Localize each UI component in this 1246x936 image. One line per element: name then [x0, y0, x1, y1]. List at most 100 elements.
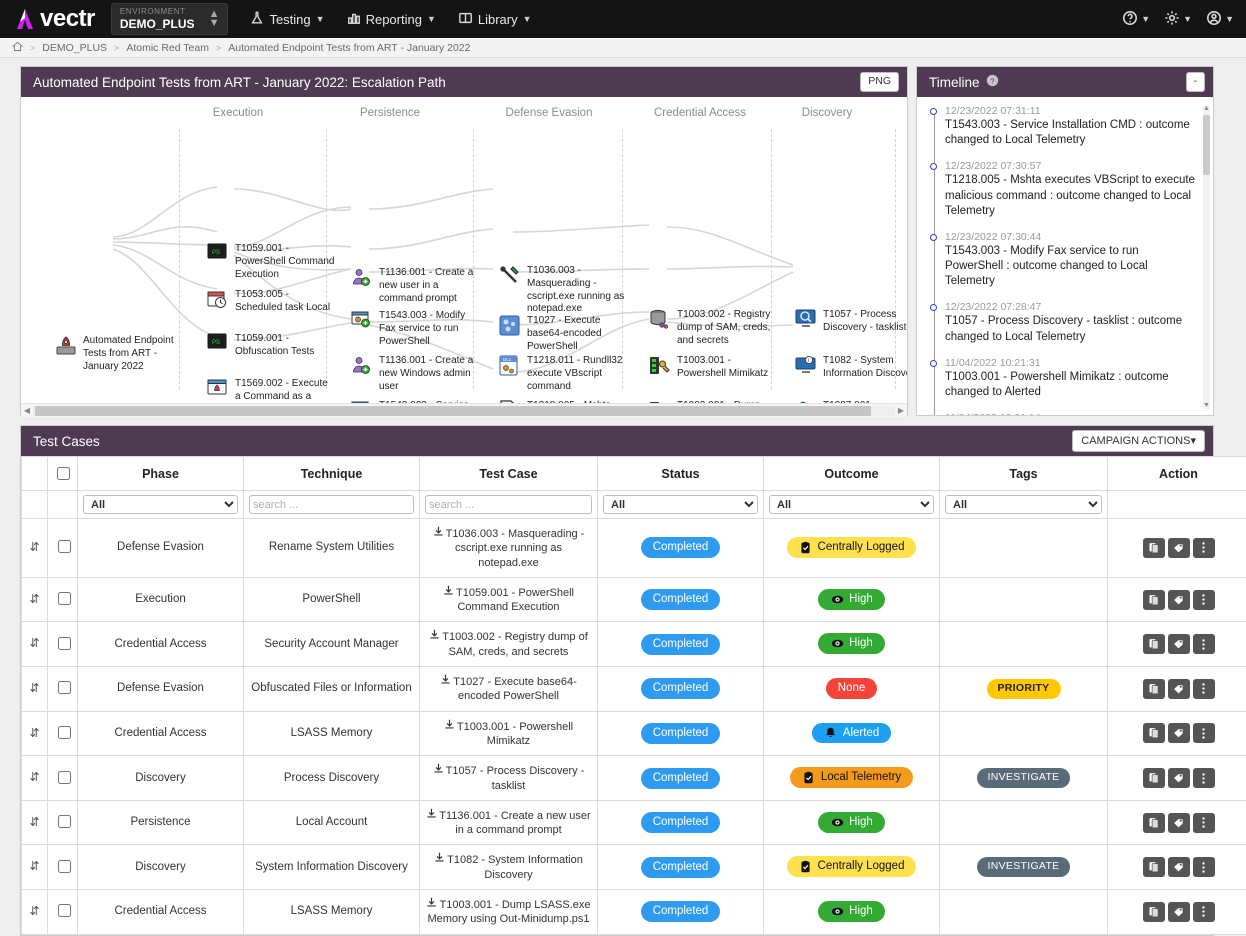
- escalation-node-t1059-001-cmd[interactable]: PS T1059.001 - PowerShell Command Execut…: [207, 243, 335, 281]
- escalation-node-t1059-001-obf[interactable]: PS T1059.001 - Obfuscation Tests: [207, 333, 335, 359]
- timeline-entry[interactable]: 12/23/2022 07:30:57 T1218.005 - Mshta ex…: [945, 160, 1199, 219]
- breadcrumb-item-env[interactable]: DEMO_PLUS: [42, 42, 107, 54]
- action-tag-button[interactable]: [1168, 857, 1190, 877]
- app-logo[interactable]: vectr: [14, 7, 95, 31]
- action-more-vertical-button[interactable]: [1193, 857, 1215, 877]
- outcome-badge[interactable]: Centrally Logged: [787, 537, 917, 558]
- scrollbar-track[interactable]: [33, 406, 895, 416]
- breadcrumb-item-group[interactable]: Atomic Red Team: [126, 42, 209, 54]
- escalation-node-t1136-001-a[interactable]: T1136.001 - Create a new user in a comma…: [351, 267, 479, 305]
- table-row[interactable]: ⇵Credential AccessSecurity Account Manag…: [22, 622, 1246, 667]
- action-more-vertical-button[interactable]: [1193, 634, 1215, 654]
- drag-handle-icon[interactable]: ⇵: [29, 904, 39, 918]
- row-checkbox[interactable]: [58, 592, 71, 605]
- home-icon[interactable]: [12, 41, 23, 55]
- action-copy-button[interactable]: [1143, 634, 1165, 654]
- test-case-search-input[interactable]: [425, 495, 592, 514]
- help-menu[interactable]: ▼: [1122, 10, 1150, 29]
- action-more-vertical-button[interactable]: [1193, 538, 1215, 558]
- status-badge[interactable]: Completed: [641, 589, 721, 610]
- row-checkbox[interactable]: [58, 815, 71, 828]
- table-row[interactable]: ⇵DiscoverySystem Information DiscoveryT1…: [22, 845, 1246, 890]
- action-more-vertical-button[interactable]: [1193, 679, 1215, 699]
- scroll-right-icon[interactable]: ▶: [895, 406, 907, 415]
- escalation-node-t1053-005[interactable]: T1053.005 - Scheduled task Local: [207, 289, 335, 315]
- menu-reporting[interactable]: Reporting ▼: [347, 11, 436, 28]
- escalation-node-t1027[interactable]: T1027 - Execute base64-encoded PowerShel…: [499, 315, 627, 353]
- escalation-node-root[interactable]: Automated Endpoint Tests from ART - Janu…: [55, 335, 177, 373]
- action-tag-button[interactable]: [1168, 538, 1190, 558]
- timeline-entry[interactable]: 12/23/2022 07:30:44 T1543.003 - Modify F…: [945, 231, 1199, 290]
- escalation-node-t1543-003-fax[interactable]: T1543.003 - Modify Fax service to run Po…: [351, 310, 479, 348]
- action-more-vertical-button[interactable]: [1193, 723, 1215, 743]
- column-header-outcome[interactable]: Outcome: [764, 457, 940, 491]
- row-checkbox[interactable]: [58, 771, 71, 784]
- escalation-node-t1218-011[interactable]: DLL T1218.011 - Rundll32 execute VBscrip…: [499, 355, 627, 393]
- status-badge[interactable]: Completed: [641, 723, 721, 744]
- status-badge[interactable]: Completed: [641, 537, 721, 558]
- environment-selector[interactable]: ENVIRONMENT DEMO_PLUS ▲▼: [111, 3, 229, 35]
- menu-testing[interactable]: Testing ▼: [250, 11, 324, 28]
- tags-filter-select[interactable]: All: [945, 495, 1102, 514]
- status-filter-select[interactable]: All: [603, 495, 758, 514]
- row-checkbox[interactable]: [58, 540, 71, 553]
- drag-handle-icon[interactable]: ⇵: [29, 815, 39, 829]
- outcome-badge[interactable]: Centrally Logged: [787, 856, 917, 877]
- select-all-checkbox[interactable]: [57, 467, 70, 480]
- cell-test-case[interactable]: T1082 - System Information Discovery: [420, 845, 598, 890]
- action-copy-button[interactable]: [1143, 768, 1165, 788]
- settings-menu[interactable]: ▼: [1164, 10, 1192, 29]
- help-circle-icon[interactable]: ?: [986, 74, 999, 90]
- timeline-entry[interactable]: 12/23/2022 07:28:47 T1057 - Process Disc…: [945, 301, 1199, 344]
- action-copy-button[interactable]: [1143, 813, 1165, 833]
- outcome-badge[interactable]: High: [818, 633, 885, 654]
- drag-handle-icon[interactable]: ⇵: [29, 859, 39, 873]
- row-checkbox[interactable]: [58, 860, 71, 873]
- action-tag-button[interactable]: [1168, 679, 1190, 699]
- action-more-vertical-button[interactable]: [1193, 902, 1215, 922]
- action-copy-button[interactable]: [1143, 857, 1165, 877]
- scroll-up-icon[interactable]: ▲: [1203, 105, 1210, 112]
- action-copy-button[interactable]: [1143, 590, 1165, 610]
- action-tag-button[interactable]: [1168, 813, 1190, 833]
- action-tag-button[interactable]: [1168, 768, 1190, 788]
- cell-test-case[interactable]: T1036.003 - Masquerading - cscript.exe r…: [420, 519, 598, 578]
- row-checkbox[interactable]: [58, 904, 71, 917]
- column-header-status[interactable]: Status: [598, 457, 764, 491]
- escalation-node-t1057[interactable]: T1057 - Process Discovery - tasklist: [795, 309, 907, 335]
- column-header-tags[interactable]: Tags: [940, 457, 1108, 491]
- action-copy-button[interactable]: [1143, 902, 1165, 922]
- status-badge[interactable]: Completed: [641, 634, 721, 655]
- outcome-filter-select[interactable]: All: [769, 495, 934, 514]
- drag-handle-icon[interactable]: ⇵: [29, 540, 39, 554]
- export-png-button[interactable]: PNG: [860, 72, 899, 92]
- action-copy-button[interactable]: [1143, 679, 1165, 699]
- table-row[interactable]: ⇵Defense EvasionRename System UtilitiesT…: [22, 519, 1246, 578]
- escalation-node-t1136-001-b[interactable]: T1136.001 - Create a new Windows admin u…: [351, 355, 479, 393]
- column-header-test-case[interactable]: Test Case: [420, 457, 598, 491]
- status-badge[interactable]: Completed: [641, 678, 721, 699]
- tag-badge[interactable]: INVESTIGATE: [977, 857, 1071, 877]
- timeline-entry[interactable]: 12/23/2022 07:31:11 T1543.003 - Service …: [945, 105, 1199, 148]
- drag-handle-icon[interactable]: ⇵: [29, 726, 39, 740]
- phase-filter-select[interactable]: All: [83, 495, 238, 514]
- row-checkbox[interactable]: [58, 726, 71, 739]
- action-tag-button[interactable]: [1168, 723, 1190, 743]
- outcome-badge[interactable]: Alerted: [812, 723, 891, 744]
- campaign-actions-button[interactable]: CAMPAIGN ACTIONS▾: [1072, 430, 1205, 452]
- scrollbar-thumb[interactable]: [35, 406, 871, 416]
- drag-handle-icon[interactable]: ⇵: [29, 636, 39, 650]
- table-row[interactable]: ⇵ExecutionPowerShellT1059.001 - PowerShe…: [22, 577, 1246, 622]
- scroll-down-icon[interactable]: ▼: [1203, 402, 1210, 409]
- action-more-vertical-button[interactable]: [1193, 768, 1215, 788]
- menu-library[interactable]: Library ▼: [458, 11, 532, 28]
- breadcrumb-item-campaign[interactable]: Automated Endpoint Tests from ART - Janu…: [228, 42, 470, 54]
- drag-handle-icon[interactable]: ⇵: [29, 770, 39, 784]
- status-badge[interactable]: Completed: [641, 812, 721, 833]
- cell-test-case[interactable]: T1136.001 - Create a new user in a comma…: [420, 800, 598, 845]
- drag-handle-icon[interactable]: ⇵: [29, 592, 39, 606]
- escalation-node-t1003-001-mimikatz[interactable]: T1003.001 - Powershell Mimikatz: [649, 355, 777, 381]
- status-badge[interactable]: Completed: [641, 857, 721, 878]
- action-more-vertical-button[interactable]: [1193, 813, 1215, 833]
- cell-test-case[interactable]: T1059.001 - PowerShell Command Execution: [420, 577, 598, 622]
